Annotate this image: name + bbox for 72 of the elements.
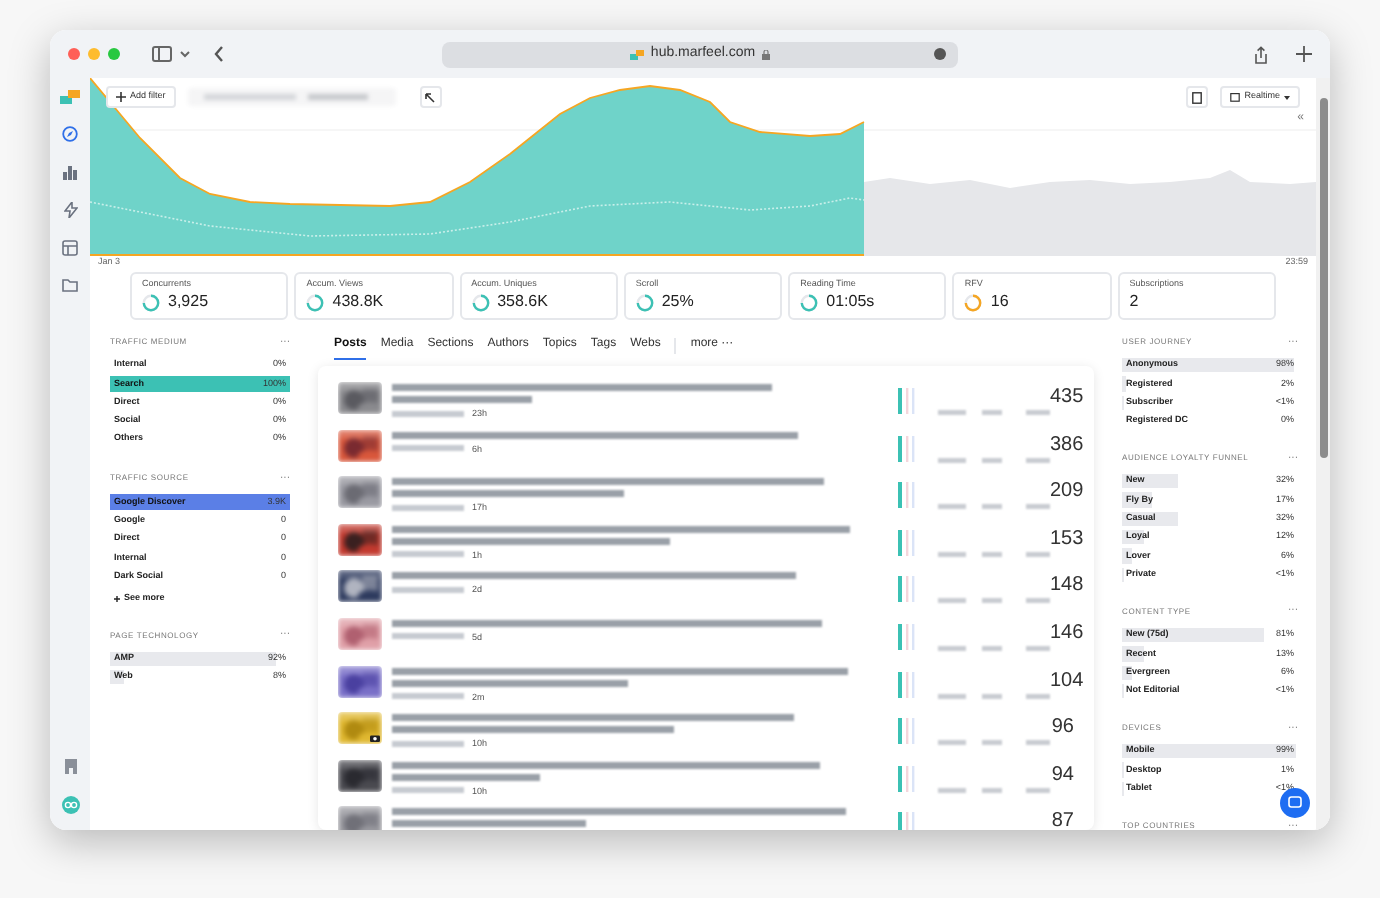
filter-icon-button[interactable] xyxy=(419,86,442,108)
logo-icon xyxy=(630,49,645,59)
post-count: 96 xyxy=(1051,716,1074,741)
blurred-stats-drawing xyxy=(938,693,1050,700)
cursor-icon xyxy=(424,91,437,103)
plus-icon xyxy=(114,595,120,602)
blurred-stats-drawing xyxy=(938,504,1050,511)
post-count: 153 xyxy=(1050,527,1084,552)
blurred-author-drawing xyxy=(392,409,464,417)
metric-value: 358.6K xyxy=(497,292,548,312)
plus-icon xyxy=(116,92,126,102)
metric-value: 438.8K xyxy=(332,292,384,312)
post-count: 87 xyxy=(1051,810,1074,830)
blurred-author-drawing xyxy=(392,632,464,641)
post-count: 148 xyxy=(1050,574,1084,599)
compass-icon[interactable] xyxy=(62,126,78,142)
bar-indicator-icon xyxy=(898,482,918,509)
bar-indicator-icon xyxy=(898,435,918,462)
calendar-icon xyxy=(1230,92,1241,102)
bar-indicator-icon xyxy=(898,529,918,556)
new-tab-icon[interactable] xyxy=(1296,46,1312,62)
blurred-stats-drawing xyxy=(938,740,1050,747)
blurred-stats-drawing xyxy=(938,410,1050,416)
blurred-author-drawing xyxy=(392,503,464,512)
bar-indicator-icon xyxy=(898,576,918,603)
bar-indicator-icon xyxy=(898,623,918,650)
blurred-author-drawing xyxy=(392,444,464,453)
blurred-author-drawing xyxy=(392,692,464,701)
scrollbar[interactable] xyxy=(1316,78,1330,830)
avatar-icon[interactable] xyxy=(61,796,79,814)
blurred-stats-drawing xyxy=(938,457,1050,464)
bar-indicator-icon xyxy=(898,388,918,414)
blurred-author-drawing xyxy=(392,786,464,795)
folder-icon[interactable] xyxy=(62,278,78,292)
chat-icon xyxy=(1288,796,1302,810)
blurred-author-drawing xyxy=(392,585,464,594)
scrollbar-thumb[interactable] xyxy=(1319,98,1327,458)
extension-icon[interactable] xyxy=(934,48,946,60)
blurred-author-drawing xyxy=(392,739,464,748)
metric-value: 3,925 xyxy=(168,292,209,312)
close-icon[interactable] xyxy=(68,48,80,60)
blurred-stats-drawing xyxy=(938,551,1050,558)
chevron-down-icon[interactable] xyxy=(180,50,190,58)
metric-value: 25% xyxy=(661,292,694,312)
post-count: 435 xyxy=(1050,386,1084,410)
export-button[interactable] xyxy=(1186,86,1209,108)
metric-value: 01:05s xyxy=(826,292,875,312)
lightning-icon[interactable] xyxy=(63,202,77,218)
post-count: 146 xyxy=(1050,621,1084,646)
bar-indicator-icon xyxy=(898,671,918,698)
post-count: 94 xyxy=(1051,763,1074,788)
table-icon[interactable] xyxy=(62,240,78,256)
post-count: 209 xyxy=(1050,480,1084,505)
bar-indicator-icon xyxy=(898,765,918,792)
sidebar-toggle-icon[interactable] xyxy=(152,46,172,62)
bar-chart-icon[interactable] xyxy=(62,164,78,180)
post-count: 104 xyxy=(1050,669,1084,694)
bar-indicator-icon xyxy=(898,718,918,745)
metric-value: 16 xyxy=(990,292,1009,312)
post-count: 386 xyxy=(1050,433,1084,458)
caret-icon xyxy=(1284,95,1290,99)
building-icon[interactable] xyxy=(63,758,77,774)
share-icon[interactable] xyxy=(1254,45,1268,63)
chat-button[interactable] xyxy=(1280,788,1310,818)
blurred-stats-drawing xyxy=(938,787,1050,794)
document-icon xyxy=(1192,91,1203,103)
blurred-stats-drawing xyxy=(938,645,1050,652)
back-icon[interactable] xyxy=(214,46,224,62)
metric-value: 2 xyxy=(1129,292,1139,312)
lock-icon xyxy=(761,49,770,59)
blurred-stats-drawing xyxy=(938,598,1050,605)
blurred-author-drawing xyxy=(392,550,464,559)
